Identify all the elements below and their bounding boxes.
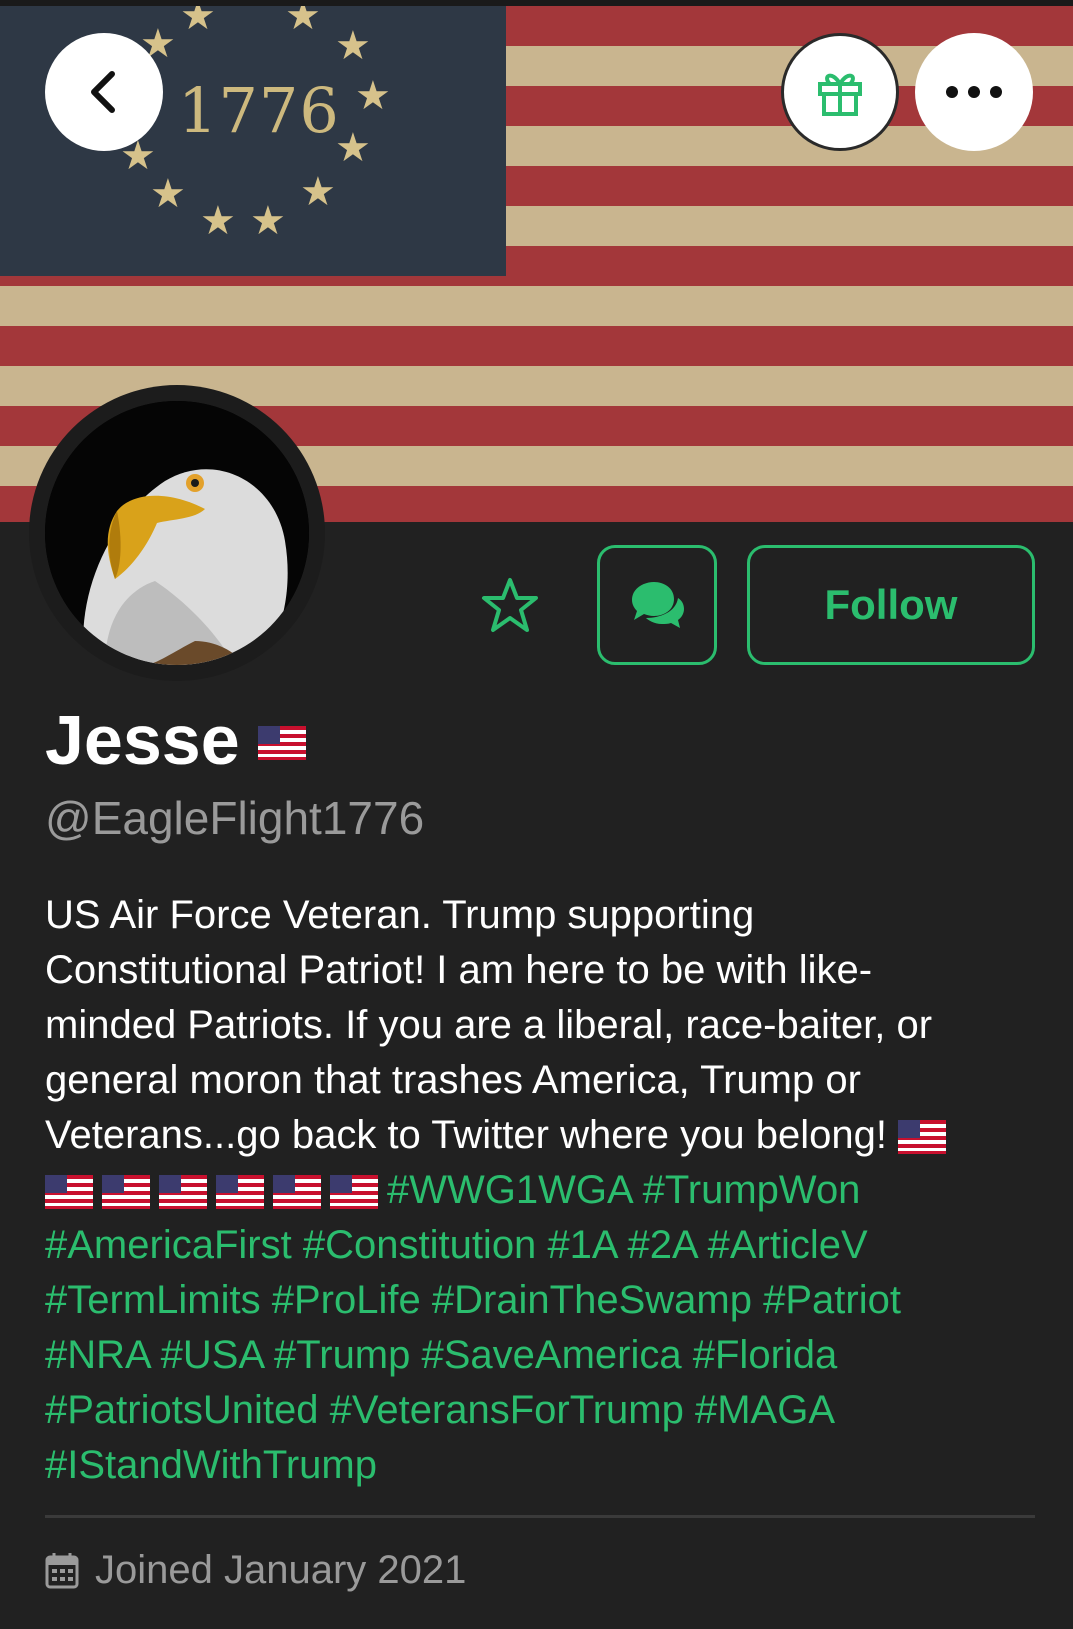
- bio-hashtags-line: #NRA #USA #Trump #SaveAmerica #Florida: [45, 1328, 1045, 1383]
- joined-date-row: Joined January 2021: [45, 1540, 466, 1600]
- avatar[interactable]: [45, 401, 309, 665]
- bio-line: Veterans...go back to Twitter where you …: [45, 1113, 887, 1157]
- chat-bubbles-icon: [632, 582, 684, 628]
- back-button[interactable]: [45, 33, 163, 151]
- bio-line: minded Patriots. If you are a liberal, r…: [45, 1003, 933, 1047]
- bio-hashtags-line: #TermLimits #ProLife #DrainTheSwamp #Pat…: [45, 1273, 1045, 1328]
- hashtag-link[interactable]: #2A: [628, 1223, 697, 1267]
- more-horizontal-icon: [946, 86, 1002, 98]
- calendar-icon: [45, 1553, 79, 1589]
- gift-button[interactable]: [781, 33, 899, 151]
- us-flag-icon: [102, 1175, 150, 1209]
- hashtag-link[interactable]: #1A: [547, 1223, 616, 1267]
- hashtag-link[interactable]: #Constitution: [303, 1223, 536, 1267]
- hashtag-link[interactable]: #ArticleV: [708, 1223, 868, 1267]
- display-name: Jesse: [45, 701, 240, 779]
- us-flag-icon: [159, 1175, 207, 1209]
- hashtag-link[interactable]: #VeteransForTrump: [330, 1388, 684, 1432]
- profile-bio: US Air Force Veteran. Trump supporting C…: [45, 888, 1045, 1493]
- us-flag-icon: [216, 1175, 264, 1209]
- favorite-button[interactable]: [480, 576, 540, 636]
- us-flag-icon: [330, 1175, 378, 1209]
- us-flag-icon: [898, 1120, 947, 1154]
- section-divider: [45, 1515, 1035, 1518]
- hashtag-link[interactable]: #NRA: [45, 1333, 150, 1377]
- hashtag-link[interactable]: #WWG1WGA: [387, 1168, 631, 1212]
- star-outline-icon: [482, 578, 538, 632]
- joined-date: Joined January 2021: [95, 1548, 467, 1592]
- follow-button[interactable]: Follow: [747, 545, 1035, 665]
- hashtag-link[interactable]: #Florida: [693, 1333, 838, 1377]
- bio-hashtags-line: #IStandWithTrump: [45, 1438, 1045, 1493]
- bio-line: general moron that trashes America, Trum…: [45, 1058, 861, 1102]
- bio-line: US Air Force Veteran. Trump supporting: [45, 893, 755, 937]
- hashtag-link[interactable]: #IStandWithTrump: [45, 1443, 377, 1487]
- bio-flags-hashtags-line: #WWG1WGA #TrumpWon: [45, 1163, 1045, 1218]
- hashtag-link[interactable]: #Patriot: [763, 1278, 901, 1322]
- bio-line-with-flag: Veterans...go back to Twitter where you …: [45, 1108, 1045, 1163]
- bio-hashtags-line: #PatriotsUnited #VeteransForTrump #MAGA: [45, 1383, 1045, 1438]
- us-flag-icon: [273, 1175, 321, 1209]
- us-flag-icon: [257, 726, 306, 760]
- hashtag-link[interactable]: #AmericaFirst: [45, 1223, 292, 1267]
- us-flag-icon: [45, 1175, 93, 1209]
- bio-hashtags-line: #AmericaFirst #Constitution #1A #2A #Art…: [45, 1218, 1045, 1273]
- display-name-row: Jesse: [45, 700, 306, 780]
- more-options-button[interactable]: [915, 33, 1033, 151]
- chevron-left-icon: [91, 71, 115, 113]
- hashtag-link[interactable]: #MAGA: [695, 1388, 835, 1432]
- hashtag-link[interactable]: #Trump: [274, 1333, 410, 1377]
- hashtag-link[interactable]: #USA: [161, 1333, 263, 1377]
- bald-eagle-image: [45, 401, 309, 665]
- hashtag-link[interactable]: #SaveAmerica: [422, 1333, 682, 1377]
- hashtag-link[interactable]: #TermLimits: [45, 1278, 261, 1322]
- username-handle: @EagleFlight1776: [45, 792, 425, 844]
- banner-year-text: 1776: [178, 74, 340, 147]
- hashtag-link[interactable]: #TrumpWon: [643, 1168, 861, 1212]
- hashtag-link[interactable]: #PatriotsUnited: [45, 1388, 318, 1432]
- gift-icon: [818, 73, 862, 116]
- hashtag-link[interactable]: #DrainTheSwamp: [432, 1278, 752, 1322]
- bio-line: Constitutional Patriot! I am here to be …: [45, 948, 873, 992]
- message-button[interactable]: [597, 545, 717, 665]
- hashtag-link[interactable]: #ProLife: [272, 1278, 421, 1322]
